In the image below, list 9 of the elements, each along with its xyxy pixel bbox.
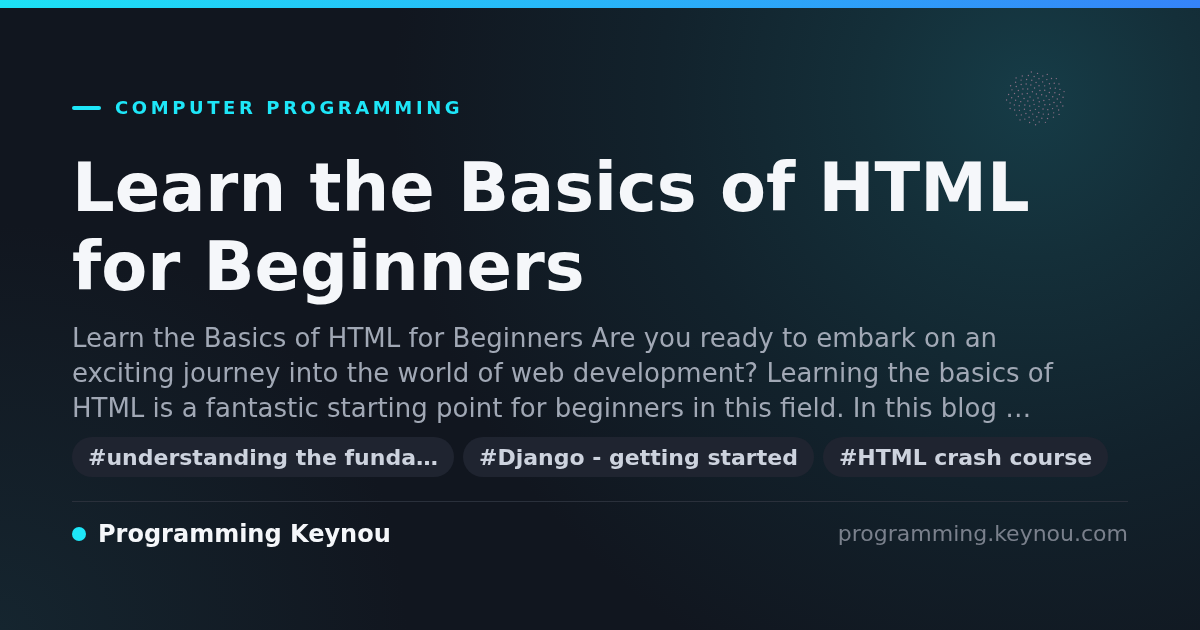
topic-tag: #HTML crash course [822,437,1109,477]
article-title: Learn the Basics of HTML for Beginners [72,149,1031,307]
site-url: programming.keynou.com [837,520,1128,548]
site-name: Programming Keynou [98,520,391,548]
accent-dash [72,106,101,110]
topic-tag: #understanding the funda… [72,437,454,477]
topic-tag: #Django - getting started [463,437,814,477]
category-label: COMPUTER PROGRAMMING [115,96,464,120]
article-description: Learn the Basics of HTML for Beginners Are you ready to embark on an exciting journey into the world of web development? Learning the basics of HTML is a fantastic starting point for beginners in this field. In this blog … [72,322,1055,425]
